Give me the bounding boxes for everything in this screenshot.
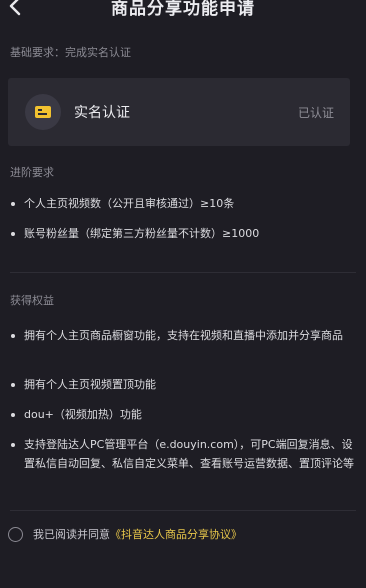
- header: 商品分享功能申请: [0, 0, 366, 22]
- id-card-icon: [25, 94, 61, 130]
- benefit-item: 拥有个人主页商品橱窗功能，支持在视频和直播中添加并分享商品: [10, 326, 355, 345]
- advanced-requirement-title: 进阶要求: [10, 166, 54, 179]
- agreement-text: 我已阅读并同意: [33, 528, 110, 541]
- benefit-item-text: 拥有个人主页视频置顶功能: [24, 378, 156, 391]
- agree-radio[interactable]: [8, 526, 23, 542]
- benefit-item-text: 拥有个人主页商品橱窗功能，支持在视频和直播中添加并分享商品: [24, 329, 343, 342]
- benefit-item: 支持登陆达人PC管理平台（e.douyin.com），可PC端回复消息、设置私信…: [10, 435, 355, 473]
- page-title: 商品分享功能申请: [111, 0, 255, 19]
- divider: [10, 272, 356, 273]
- benefit-item-text: 支持登陆达人PC管理平台（e.douyin.com），可PC端回复消息、设置私信…: [24, 438, 354, 470]
- benefits-title: 获得权益: [10, 294, 54, 307]
- advanced-item-text: 账号粉丝量（绑定第三方粉丝量不计数）≥1000: [24, 227, 260, 240]
- agreement-link[interactable]: 《抖音达人商品分享协议》: [110, 526, 242, 542]
- basic-requirement-hint: 基础要求：完成实名认证: [10, 46, 131, 59]
- advanced-item: 账号粉丝量（绑定第三方粉丝量不计数）≥1000: [10, 224, 355, 243]
- bullet-dot: [11, 232, 15, 236]
- verified-status: 已认证: [297, 106, 334, 120]
- bullet-dot: [11, 413, 15, 417]
- bullet-dot: [11, 334, 15, 338]
- bullet-dot: [11, 443, 15, 447]
- divider: [10, 510, 356, 511]
- benefit-item: 拥有个人主页视频置顶功能: [10, 375, 355, 394]
- agreement-row[interactable]: 我已阅读并同意 《抖音达人商品分享协议》: [8, 525, 242, 543]
- advanced-item-text: 个人主页视频数（公开且审核通过）≥10条: [24, 197, 235, 210]
- real-name-label: 实名认证: [74, 105, 130, 121]
- real-name-card[interactable]: 实名认证 已认证: [8, 78, 350, 146]
- bullet-dot: [11, 202, 15, 206]
- benefit-item: dou+（视频加热）功能: [10, 405, 355, 424]
- benefit-item-text: dou+（视频加热）功能: [24, 408, 142, 421]
- bullet-dot: [11, 383, 15, 387]
- advanced-item: 个人主页视频数（公开且审核通过）≥10条: [10, 194, 355, 213]
